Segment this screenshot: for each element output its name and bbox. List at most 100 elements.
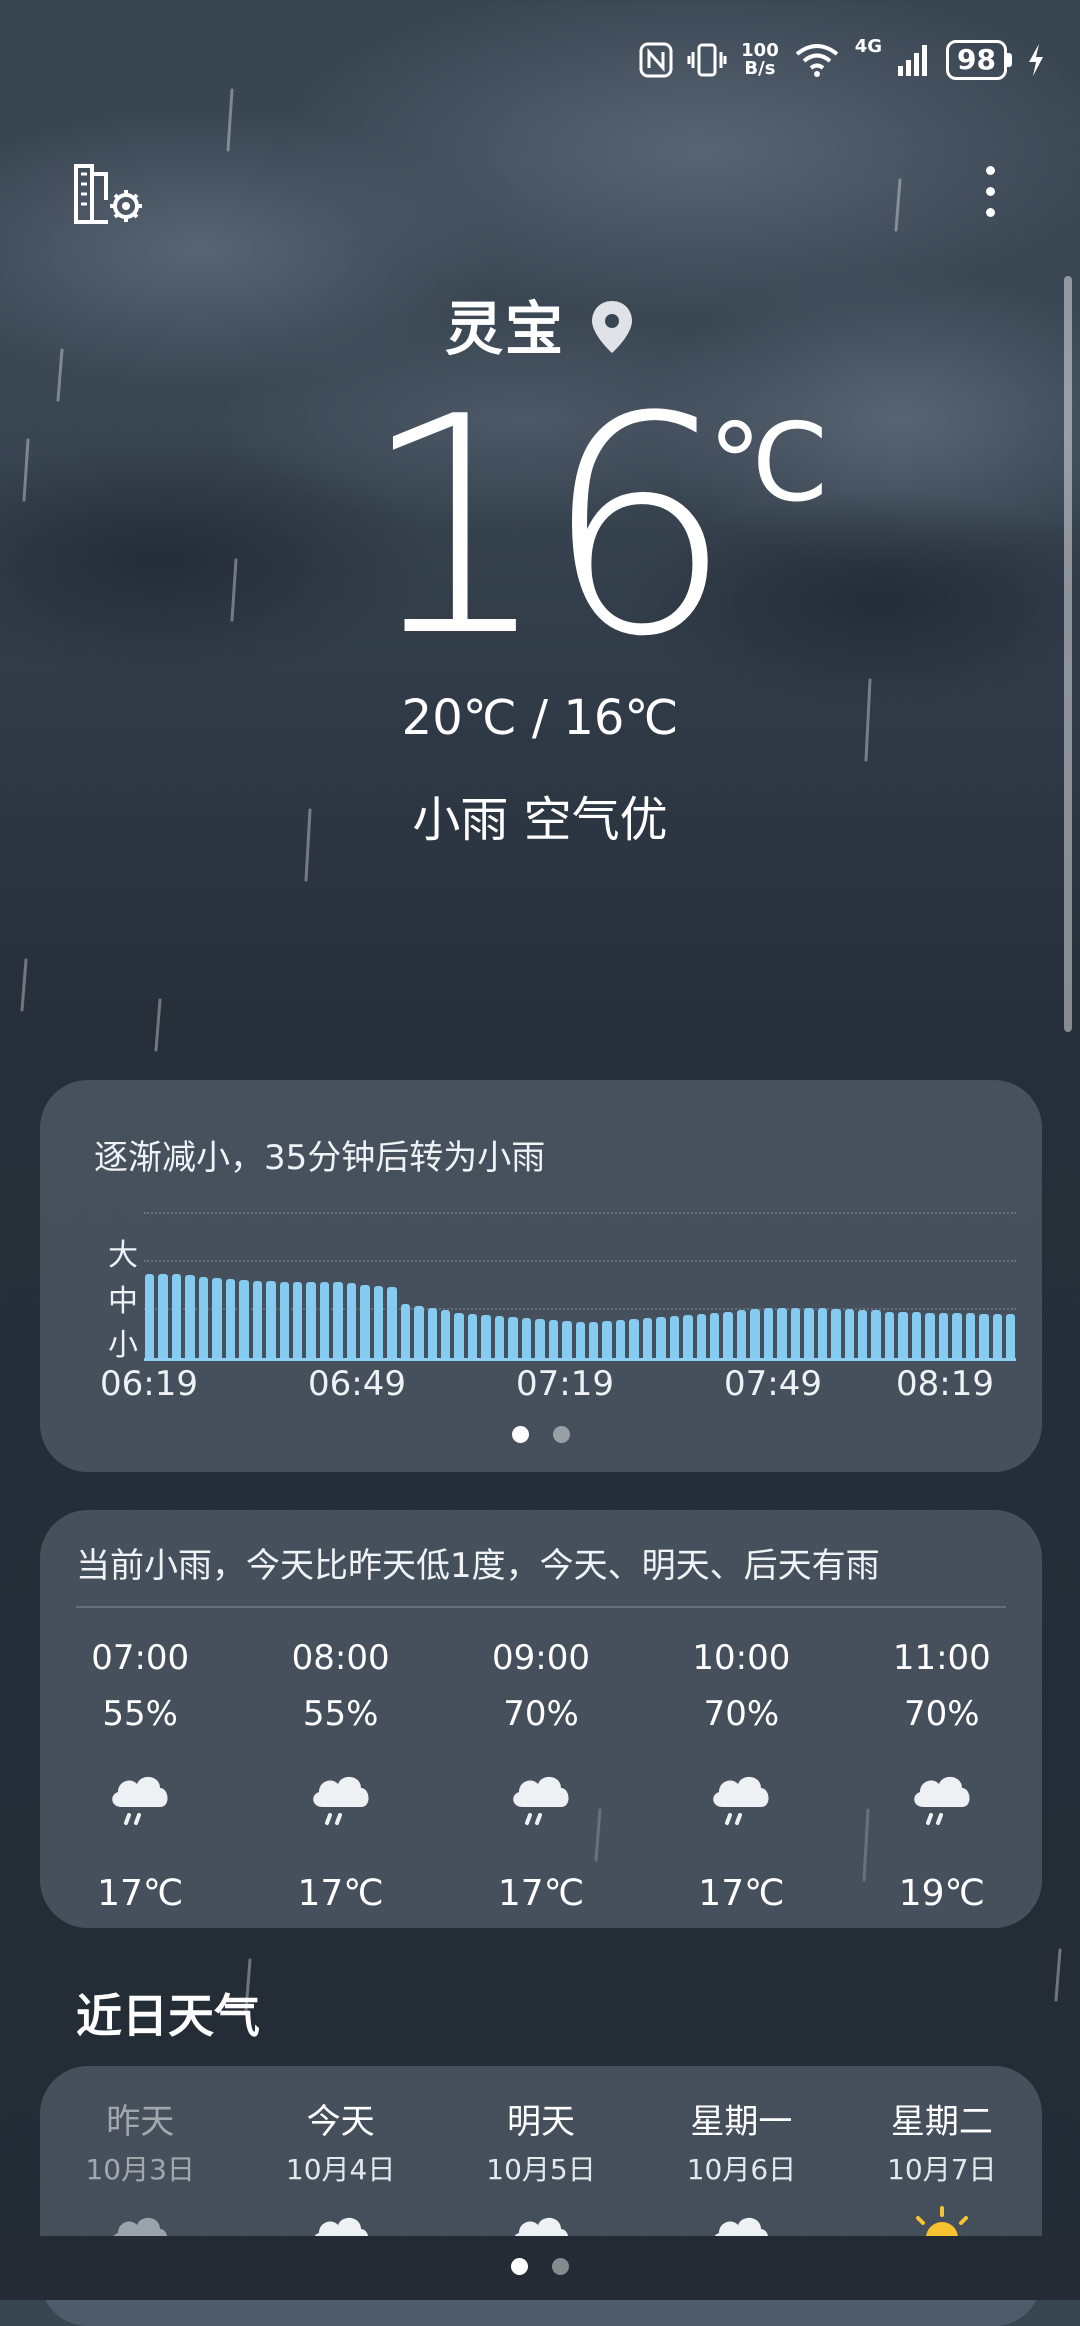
precip-bar [292, 1282, 303, 1358]
precip-bar [360, 1284, 370, 1358]
temperature-range: 20℃ / 16℃ [401, 690, 679, 746]
precip-bar [898, 1311, 908, 1358]
precipitation-card[interactable]: 逐渐减小，35分钟后转为小雨 大 中 小 06:19 06:49 07:19 0… [40, 1080, 1042, 1472]
hourly-item: 09:00 70% 17℃ [441, 1630, 641, 1924]
precip-bar [884, 1311, 895, 1358]
weather-condition: 小雨 空气优 [412, 792, 668, 848]
bottom-bar [0, 2236, 1080, 2300]
precip-probability: 55% [102, 1694, 178, 1734]
precip-bar [858, 1310, 868, 1358]
hour-temperature: 19℃ [898, 1873, 985, 1914]
day-name: 明天 [507, 2102, 576, 2142]
day-date: 10月3日 [85, 2153, 195, 2186]
page-dot-active[interactable] [511, 2258, 528, 2275]
recent-weather-title: 近日天气 [76, 1989, 260, 2043]
hourly-forecast-card[interactable]: 当前小雨，今天比昨天低1度，今天、明天、后天有雨 07:00 55% 17℃ 08:0… [40, 1510, 1042, 1928]
scrollbar[interactable] [1064, 276, 1072, 1032]
precip-bar [467, 1313, 478, 1358]
precip-bar [736, 1310, 747, 1358]
page-dot-active[interactable] [512, 1426, 529, 1443]
day-date: 10月7日 [887, 2153, 997, 2186]
precip-bar [844, 1309, 855, 1358]
gridline-heavy [144, 1212, 1016, 1214]
light-rain-icon [842, 1742, 1042, 1854]
time-label: 06:19 [100, 1364, 198, 1404]
precip-bar [279, 1282, 289, 1358]
precip-bar [454, 1312, 464, 1358]
precip-probability: 70% [904, 1694, 980, 1734]
precip-bar [319, 1282, 330, 1358]
precip-bar [387, 1286, 397, 1358]
precip-bar [979, 1313, 989, 1358]
divider [76, 1606, 1006, 1608]
precip-bar [817, 1308, 828, 1358]
light-rain-icon [641, 1742, 841, 1854]
precip-bar [602, 1321, 612, 1358]
precip-bar [790, 1308, 801, 1358]
precip-bar [723, 1311, 733, 1358]
precip-bar [696, 1313, 707, 1358]
precip-bar [198, 1277, 209, 1358]
precip-bar [548, 1320, 559, 1358]
page-dot[interactable] [553, 1426, 570, 1443]
day-name: 星期一 [690, 2102, 793, 2142]
precip-bar [804, 1308, 814, 1358]
precip-bar [306, 1282, 316, 1358]
precip-bar [346, 1283, 357, 1358]
hour-time: 11:00 [892, 1638, 991, 1678]
light-rain-icon [240, 1742, 440, 1854]
precip-bar [373, 1285, 384, 1358]
precipitation-summary: 逐渐减小，35分钟后转为小雨 [94, 1138, 546, 1178]
time-label: 06:49 [308, 1364, 406, 1404]
precipitation-bars [145, 1250, 1016, 1358]
precip-bar [266, 1281, 276, 1358]
city-page-dots[interactable] [0, 2258, 1080, 2279]
hour-time: 07:00 [91, 1638, 190, 1678]
precip-bar [615, 1320, 626, 1358]
network-type: 4G [854, 36, 883, 57]
precip-bar [656, 1316, 666, 1358]
current-temperature: 16 [360, 353, 734, 702]
hour-time: 08:00 [291, 1638, 390, 1678]
precip-bar [669, 1315, 680, 1358]
precipitation-time-axis: 06:19 06:49 07:19 07:49 08:19 [40, 1364, 1042, 1408]
precip-bar [925, 1312, 935, 1358]
day-name: 星期二 [890, 2102, 993, 2142]
time-label: 07:49 [724, 1364, 822, 1404]
precip-bar [252, 1281, 263, 1358]
precip-bar [642, 1318, 653, 1358]
precip-bar [185, 1274, 195, 1358]
nfc-icon [639, 42, 673, 78]
hourly-item: 08:00 55% 17℃ [240, 1630, 440, 1924]
precip-bar [427, 1308, 437, 1358]
precip-bar [750, 1309, 760, 1358]
light-rain-icon [40, 1742, 240, 1854]
page-dot[interactable] [552, 2258, 569, 2275]
precip-bar [225, 1279, 236, 1358]
hourly-item: 10:00 70% 17℃ [641, 1630, 841, 1924]
precip-bar [575, 1322, 585, 1358]
precip-bar [521, 1318, 532, 1358]
hourly-summary: 当前小雨，今天比昨天低1度，今天、明天、后天有雨 [76, 1546, 880, 1586]
battery-indicator: 98 [946, 40, 1012, 80]
temperature-unit: ℃ [708, 401, 830, 526]
wifi-icon [795, 44, 838, 77]
precip-bar [992, 1313, 1002, 1358]
precip-bar [588, 1322, 599, 1358]
hour-temperature: 17℃ [698, 1873, 785, 1914]
more-options-icon[interactable] [978, 158, 1002, 228]
precipitation-page-dots[interactable] [40, 1426, 1042, 1447]
hour-temperature: 17℃ [297, 1873, 384, 1914]
city-management-icon[interactable] [72, 160, 146, 226]
hourly-list: 07:00 55% 17℃ 08:00 55% 17℃ 09:00 70% 17℃ 10:00 70… [40, 1630, 1042, 1924]
precip-bar [158, 1273, 168, 1358]
precip-probability: 70% [503, 1694, 579, 1734]
level-heavy-label: 大 [108, 1238, 138, 1273]
location-pin-icon [592, 301, 632, 353]
precip-bar [400, 1304, 411, 1358]
precip-probability: 70% [703, 1694, 780, 1734]
precip-bar [911, 1311, 922, 1358]
day-date: 10月4日 [285, 2153, 396, 2186]
hourly-item: 11:00 70% 19℃ [842, 1630, 1042, 1924]
precip-bar [535, 1319, 545, 1358]
